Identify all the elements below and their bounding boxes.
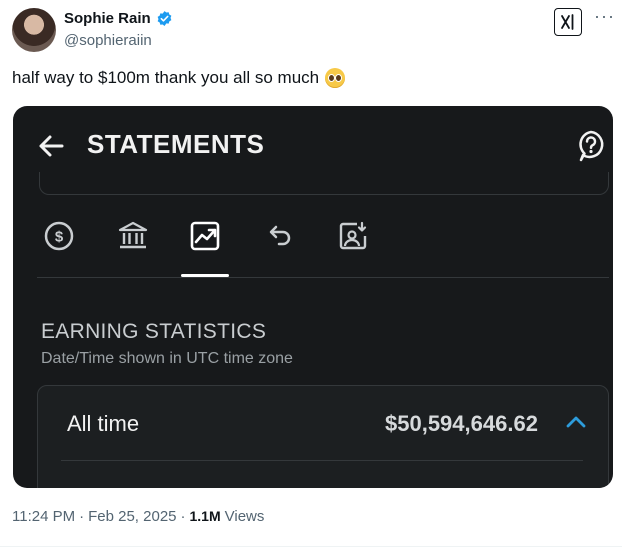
bank-icon [118, 221, 148, 249]
earning-statistics-title: EARNING STATISTICS [41, 320, 267, 343]
meta-separator: · [79, 508, 85, 525]
avatar[interactable] [12, 8, 56, 52]
help-question-icon [579, 130, 604, 162]
handle[interactable]: @sophieraiin [64, 32, 152, 49]
undo-arrow-icon [269, 225, 291, 246]
tweet-text: half way to $100m thank you all so much [12, 68, 346, 88]
statements-title: STATEMENTS [87, 129, 265, 159]
display-name[interactable]: Sophie Rain [64, 10, 151, 27]
tweet-date[interactable]: Feb 25, 2025 [88, 508, 176, 525]
tweet-time[interactable]: 11:24 PM [12, 508, 75, 525]
image-download-icon [339, 221, 367, 250]
pleading-face-emoji [325, 68, 346, 88]
verified-badge-icon [157, 11, 172, 26]
previous-card-edge [39, 172, 609, 195]
back-arrow-icon [39, 135, 64, 157]
attached-screenshot[interactable]: STATEMENTS $ EARNING STATISTICS Date/Tim… [13, 106, 613, 488]
tweet-metadata: 11:24 PM · Feb 25, 2025 · 1.1M Views [12, 508, 264, 525]
views-label: Views [224, 508, 265, 525]
card-divider [61, 460, 583, 461]
author-name-row: Sophie Rain [64, 10, 173, 27]
bottom-divider [0, 546, 622, 547]
all-time-label: All time [67, 411, 140, 436]
tweet-body: half way to $100m thank you all so much [12, 68, 320, 87]
timezone-note: Date/Time shown in UTC time zone [41, 350, 293, 367]
views-count: 1.1M [189, 508, 221, 524]
svg-text:$: $ [55, 229, 64, 246]
all-time-value: $50,594,646.62 [385, 411, 538, 436]
tab-divider [37, 277, 609, 278]
chevron-up-icon [566, 416, 586, 428]
chart-trending-icon [190, 221, 220, 251]
meta-separator: · [180, 508, 186, 525]
dollar-circle-icon: $ [44, 221, 74, 251]
grok-xai-icon[interactable] [554, 8, 582, 36]
more-options-icon[interactable]: ··· [594, 6, 615, 27]
